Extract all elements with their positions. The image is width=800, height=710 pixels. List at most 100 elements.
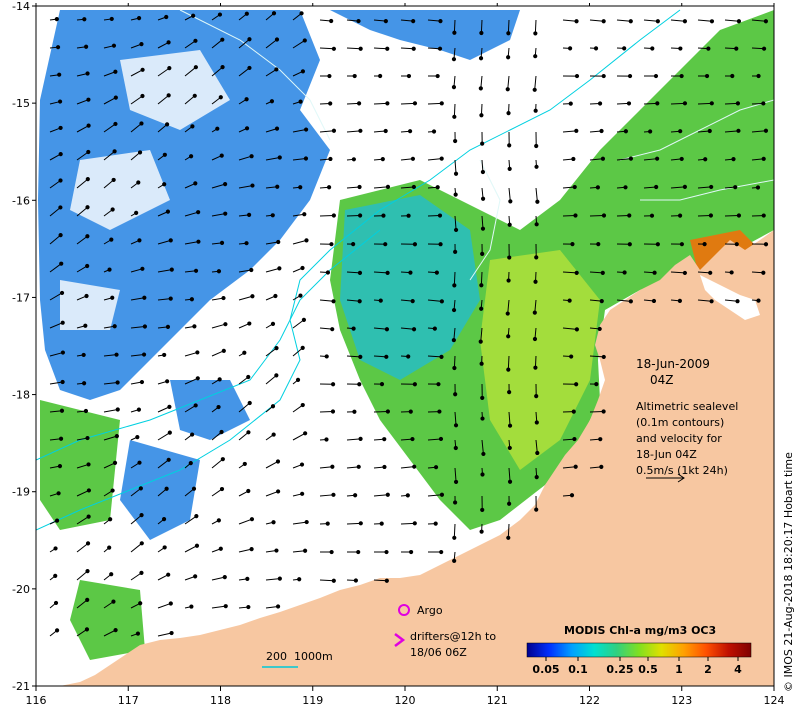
credit-label: © IMOS 21-Aug-2018 18:20:17 Hobart time: [782, 452, 795, 692]
velocity-arrow-head: [219, 153, 224, 158]
velocity-arrow-head: [479, 306, 484, 311]
velocity-arrow-head: [166, 40, 171, 45]
velocity-arrow-head: [137, 238, 142, 243]
y-tick-label: -15: [12, 97, 30, 110]
velocity-arrow-head: [330, 464, 335, 469]
velocity-arrow-head: [436, 382, 441, 387]
velocity-arrow-head: [139, 379, 145, 385]
velocity-arrow-head: [139, 541, 144, 546]
velocity-arrow-head: [431, 129, 437, 134]
velocity-arrow-head: [114, 433, 119, 439]
velocity-arrow-head: [704, 73, 710, 79]
velocity-arrow-head: [382, 437, 387, 442]
velocity-arrow-head: [572, 184, 577, 190]
velocity-arrow-head: [301, 317, 307, 322]
velocity-arrow-head: [412, 382, 417, 387]
velocity-arrow-head: [506, 278, 511, 283]
velocity-arrow-head: [115, 407, 120, 412]
velocity-arrow-head: [534, 475, 539, 480]
velocity-arrow-head: [274, 548, 279, 553]
velocity-arrow-head: [270, 213, 275, 218]
velocity-arrow-head: [507, 222, 512, 227]
colorbar-label: 0.5: [638, 663, 658, 676]
velocity-arrow-head: [534, 507, 539, 512]
velocity-arrow-head: [196, 210, 201, 215]
velocity-arrow-head: [222, 575, 227, 580]
velocity-arrow-head: [246, 374, 251, 380]
colorbar-label: 0.05: [532, 663, 559, 676]
velocity-arrow-head: [357, 270, 363, 275]
velocity-arrow-head: [573, 213, 578, 218]
velocity-arrow-head: [242, 461, 247, 467]
velocity-arrow-head: [110, 295, 115, 300]
velocity-arrow-head: [195, 350, 200, 355]
velocity-arrow-head: [331, 128, 337, 133]
y-tick-label: -20: [12, 583, 30, 596]
velocity-arrow-head: [244, 241, 249, 246]
velocity-arrow-head: [242, 350, 247, 355]
velocity-arrow-head: [601, 354, 606, 360]
velocity-arrow-head: [218, 95, 223, 100]
velocity-arrow-head: [357, 184, 362, 190]
velocity-arrow-head: [763, 128, 769, 133]
velocity-arrow-head: [223, 182, 228, 187]
drifters-label-2: 18/06 06Z: [410, 646, 467, 659]
velocity-arrow-head: [216, 518, 221, 523]
velocity-arrow-head: [480, 395, 485, 401]
velocity-arrow-head: [532, 336, 538, 342]
velocity-arrow-head: [86, 462, 91, 467]
velocity-arrow-head: [532, 310, 537, 315]
velocity-arrow-head: [53, 573, 58, 579]
velocity-arrow-head: [142, 295, 147, 300]
velocity-arrow-head: [112, 324, 117, 329]
velocity-arrow-head: [453, 500, 458, 505]
velocity-arrow-head: [479, 113, 484, 118]
velocity-arrow-head: [221, 348, 226, 353]
velocity-arrow-head: [652, 270, 657, 275]
velocity-arrow-head: [410, 299, 415, 304]
velocity-arrow-head: [219, 429, 224, 435]
velocity-arrow-head: [331, 578, 336, 583]
velocity-arrow-head: [137, 150, 143, 155]
velocity-arrow-head: [677, 298, 682, 303]
velocity-arrow-head: [383, 242, 388, 247]
velocity-arrow-head: [736, 19, 742, 24]
velocity-arrow-head: [358, 213, 363, 218]
velocity-arrow-head: [600, 156, 606, 161]
velocity-arrow-head: [437, 409, 442, 414]
velocity-arrow-head: [86, 97, 91, 102]
velocity-arrow-head: [408, 549, 414, 555]
velocity-arrow-head: [277, 576, 282, 581]
velocity-arrow-head: [331, 299, 336, 304]
velocity-arrow-head: [628, 299, 633, 304]
velocity-arrow-head: [271, 520, 276, 525]
x-tick-label: 124: [764, 694, 785, 707]
velocity-arrow-head: [59, 290, 65, 296]
velocity-arrow-head: [736, 213, 742, 218]
velocity-arrow-head: [356, 549, 361, 555]
velocity-arrow-head: [655, 101, 660, 106]
velocity-arrow-head: [303, 127, 309, 132]
x-tick-label: 120: [395, 694, 416, 707]
velocity-arrow-head: [729, 270, 734, 275]
velocity-arrow-head: [481, 451, 486, 457]
velocity-arrow-head: [86, 149, 91, 155]
velocity-arrow-head: [597, 101, 603, 106]
velocity-arrow-head: [246, 488, 251, 494]
velocity-arrow-head: [115, 380, 120, 385]
velocity-arrow-head: [58, 436, 64, 441]
altimetry-text-1: Altimetric sealevel: [636, 400, 738, 413]
velocity-arrow-head: [249, 546, 254, 552]
velocity-arrow-head: [247, 321, 252, 326]
velocity-arrow-head: [141, 352, 147, 357]
velocity-arrow-head: [567, 298, 572, 303]
velocity-arrow-head: [627, 213, 632, 218]
velocity-arrow-head: [628, 19, 633, 24]
velocity-arrow-head: [412, 521, 417, 526]
altimetry-text-2: (0.1m contours): [636, 416, 724, 429]
velocity-arrow-head: [358, 128, 363, 133]
x-tick-label: 118: [210, 694, 231, 707]
velocity-arrow-head: [709, 299, 714, 304]
velocity-arrow-head: [706, 46, 711, 51]
velocity-arrow-head: [250, 294, 255, 299]
